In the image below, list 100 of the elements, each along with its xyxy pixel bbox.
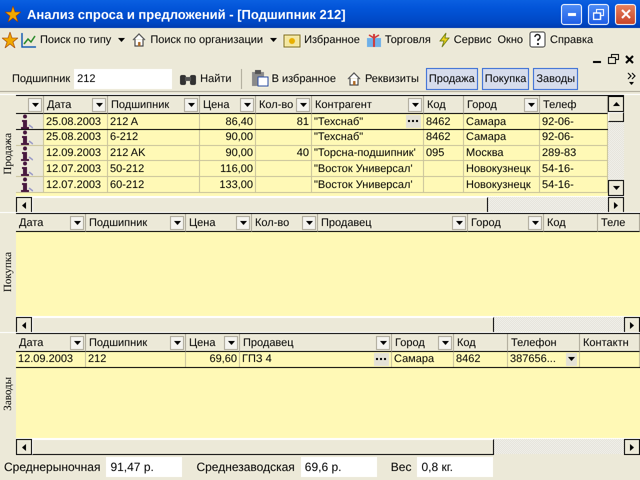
scroll-left-button[interactable] xyxy=(16,317,32,333)
menu-item[interactable]: Поиск по организации xyxy=(128,29,280,51)
down-arrow-icon xyxy=(306,220,312,224)
vertical-scrollbar[interactable] xyxy=(608,96,624,196)
ellipsis-button[interactable] xyxy=(374,352,389,366)
down-arrow-icon xyxy=(244,102,250,106)
window-title: Анализ спроса и предложений - [Подшипник 212] xyxy=(27,6,347,22)
table-cell: 116,00 xyxy=(200,161,256,176)
restore-icon[interactable] xyxy=(608,54,619,64)
column-header[interactable]: Телефон xyxy=(508,334,580,352)
column-header[interactable]: Кол-во xyxy=(256,96,312,114)
menu-item[interactable]: Торговля xyxy=(362,29,434,51)
table-row[interactable]: 12.09.2003 212 AK 90,00 40 "Торсна-подшипник' 095 Москва 289-83 xyxy=(16,144,608,162)
filter-dropdown-button[interactable] xyxy=(170,216,184,230)
filter-dropdown-button[interactable] xyxy=(376,336,390,350)
status-label: Вес xyxy=(390,460,412,474)
restore-button[interactable] xyxy=(588,4,609,24)
column-header[interactable]: Цена xyxy=(186,334,240,352)
filter-dropdown-button[interactable] xyxy=(408,98,422,112)
toggle-button[interactable]: Покупка xyxy=(482,68,530,90)
column-header[interactable]: Дата xyxy=(16,214,86,232)
filter-dropdown-button[interactable] xyxy=(70,216,84,230)
scroll-right-button[interactable] xyxy=(624,439,640,455)
column-header[interactable]: Контрагент xyxy=(312,96,424,114)
filter-dropdown-button[interactable] xyxy=(240,98,254,112)
scroll-thumb[interactable] xyxy=(32,197,488,213)
column-header[interactable]: Продавец xyxy=(240,334,392,352)
menu-item[interactable]: Окно xyxy=(494,29,526,51)
menu-item[interactable]: Справка xyxy=(526,29,596,51)
filter-dropdown-button[interactable] xyxy=(452,216,466,230)
column-header[interactable]: Контактн xyxy=(580,334,640,352)
down-arrow-icon xyxy=(442,340,448,344)
table-row[interactable]: 12.07.2003 60-212 133,00 "Восток Универсал' Новокузнецк 54-16- xyxy=(16,176,608,193)
table-row[interactable]: 25.08.2003 6-212 90,00 "Техснаб" 8462 Самара 92-06- xyxy=(16,128,608,146)
column-header[interactable]: Город xyxy=(464,96,540,114)
table-row[interactable]: 12.07.2003 50-212 116,00 "Восток Универсал' Новокузнецк 54-16- xyxy=(16,160,608,178)
horizontal-scrollbar[interactable] xyxy=(16,316,640,332)
filter-dropdown-button[interactable] xyxy=(438,336,452,350)
column-header[interactable]: Кол-во xyxy=(252,214,318,232)
column-header[interactable]: Дата xyxy=(16,334,86,352)
dropdown-button[interactable] xyxy=(566,352,577,366)
search-field[interactable]: 212 xyxy=(74,68,172,88)
column-header[interactable]: Код xyxy=(454,334,508,352)
table-row[interactable]: 25.08.2003 212 A 86,40 81 "Техснаб" 8462 Самара 92-06- xyxy=(16,114,608,130)
filter-dropdown-button[interactable] xyxy=(28,98,42,112)
scroll-right-button[interactable] xyxy=(608,197,624,213)
help-icon xyxy=(529,31,548,49)
column-header[interactable]: Теле xyxy=(598,214,640,232)
column-header[interactable]: Код xyxy=(424,96,464,114)
column-header[interactable] xyxy=(16,96,44,114)
column-header[interactable]: Подшипник xyxy=(86,334,186,352)
scroll-left-button[interactable] xyxy=(16,197,32,213)
horizontal-scrollbar[interactable] xyxy=(16,196,624,212)
horizontal-scrollbar[interactable] xyxy=(16,438,640,454)
menu-item[interactable]: Поиск по типу xyxy=(18,29,128,51)
scroll-down-button[interactable] xyxy=(608,180,624,196)
filter-dropdown-button[interactable] xyxy=(224,336,238,350)
scroll-right-button[interactable] xyxy=(624,317,640,333)
filter-dropdown-button[interactable] xyxy=(92,98,106,112)
close-icon[interactable] xyxy=(625,54,634,64)
lightning-icon xyxy=(436,32,451,48)
ellipsis-button[interactable] xyxy=(406,115,421,128)
scroll-up-button[interactable] xyxy=(608,96,624,112)
scroll-left-button[interactable] xyxy=(16,439,32,455)
column-header[interactable]: Подшипник xyxy=(86,214,186,232)
column-header[interactable]: Цена xyxy=(186,214,252,232)
scroll-thumb[interactable] xyxy=(32,317,494,333)
filter-dropdown-button[interactable] xyxy=(236,216,250,230)
column-header[interactable]: Продавец xyxy=(318,214,468,232)
filter-dropdown-button[interactable] xyxy=(296,98,310,112)
filter-dropdown-button[interactable] xyxy=(70,336,84,350)
menu-item[interactable]: Сервис xyxy=(434,29,494,51)
scroll-thumb[interactable] xyxy=(608,112,624,122)
find-button[interactable]: Найти xyxy=(176,68,235,90)
chart-icon xyxy=(21,32,37,48)
toolbar-button[interactable]: Реквизиты xyxy=(342,68,422,90)
column-header[interactable]: Телеф xyxy=(540,96,608,114)
toolbar-button[interactable]: В избранное xyxy=(248,68,339,90)
column-header[interactable]: Цена xyxy=(200,96,256,114)
filter-dropdown-button[interactable] xyxy=(528,216,542,230)
column-header[interactable]: Город xyxy=(468,214,544,232)
cell-text: ГПЗ 4 xyxy=(242,353,272,366)
minimize-button[interactable] xyxy=(561,4,582,24)
column-header[interactable]: Код xyxy=(544,214,598,232)
filter-dropdown-button[interactable] xyxy=(184,98,198,112)
toggle-button[interactable]: Продажа xyxy=(426,68,478,90)
toggle-button[interactable]: Заводы xyxy=(533,68,578,90)
filter-dropdown-button[interactable] xyxy=(170,336,184,350)
filter-dropdown-button[interactable] xyxy=(524,98,538,112)
down-arrow-icon xyxy=(270,38,278,42)
column-header[interactable]: Город xyxy=(392,334,454,352)
close-button[interactable] xyxy=(615,4,636,24)
menu-item[interactable]: Избранное xyxy=(280,29,363,51)
scroll-thumb[interactable] xyxy=(32,439,494,455)
chevron-icon[interactable] xyxy=(627,72,636,86)
left-arrow-icon xyxy=(22,202,26,208)
column-header[interactable]: Дата xyxy=(44,96,108,114)
column-header[interactable]: Подшипник xyxy=(108,96,200,114)
filter-dropdown-button[interactable] xyxy=(302,216,316,230)
table-row[interactable]: 12.09.2003 212 69,60 ГПЗ 4 Самара 8462 387656... xyxy=(16,352,640,368)
